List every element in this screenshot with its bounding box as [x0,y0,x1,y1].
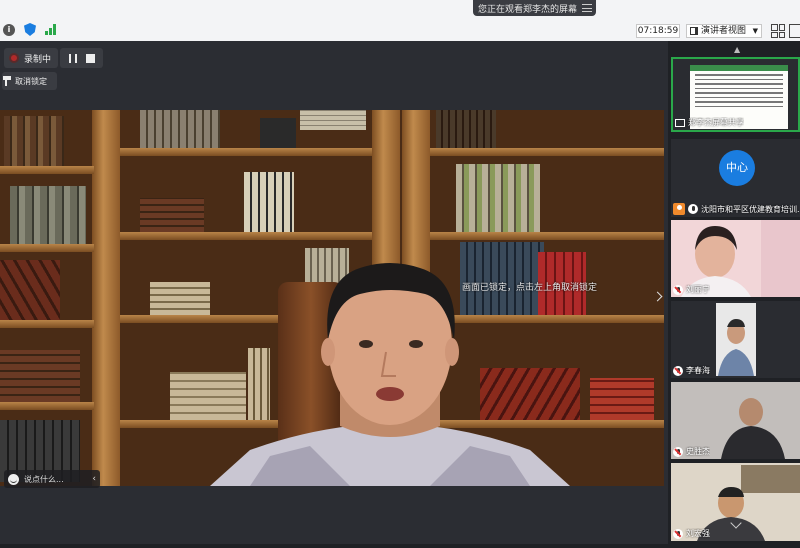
avatar: 中心 [719,150,755,186]
menu-icon[interactable] [582,4,592,12]
meeting-timer: 07:18:59 [636,24,680,38]
book-stack [4,116,64,166]
unlock-button[interactable]: 取消锁定 [2,72,57,90]
banner-text: 您正在观看郑李杰的屏幕 [478,4,578,15]
participant-name: 刘宏强 [673,528,710,539]
unlock-label: 取消锁定 [15,76,47,86]
shelf-board [120,232,372,240]
view-mode-label: 演讲者视图 [701,26,747,36]
pin-icon [3,76,11,86]
participant-name: 郑李杰屏幕共享 [675,117,744,128]
recording-indicator: 录制中 [4,48,58,68]
fullscreen-icon[interactable] [789,24,800,38]
book-stack [300,110,366,130]
participant-name: 刘丽宁 [673,284,710,295]
shelf-board [0,402,94,410]
stop-icon[interactable] [85,53,95,63]
viewing-screen-banner[interactable]: 您正在观看郑李杰的屏幕 [473,0,596,16]
user-icon [673,203,685,215]
shelf-board [0,244,94,252]
shelf-board [430,148,664,156]
book-stack [436,110,496,148]
record-dot-icon [9,53,19,63]
mic-muted-icon [673,365,683,376]
participant-tile[interactable]: 郑李杰屏幕共享 [671,57,800,132]
shelf-board [0,166,94,174]
participant-video [716,303,756,376]
participant-tile[interactable]: 刘丽宁 [671,220,800,297]
recording-controls [60,48,103,68]
shelf-board [430,232,664,240]
main-stage: 录制中 取消锁定 画面已锁定，点击左上角取消锁定 说点什么... ‹ [0,41,668,548]
book-stack [0,350,80,402]
bottom-strip [0,544,800,548]
book-stack [140,198,204,232]
mic-muted-icon [673,528,683,539]
shelf-board [0,320,94,328]
emoji-icon[interactable] [8,473,19,485]
grid-view-icon[interactable] [771,24,785,38]
chat-placeholder[interactable]: 说点什么... [24,474,64,485]
signal-icon[interactable] [45,24,56,35]
decor-object [260,118,296,148]
chevron-up-icon[interactable]: ▲ [734,45,740,54]
top-toolbar: 您正在观看郑李杰的屏幕 i 07:18:59 演讲者视图 ▼ [0,0,800,41]
lock-tip-text: 画面已锁定，点击左上角取消锁定 [462,283,598,293]
participant-name: 李春海 [673,365,710,376]
chat-input-bar[interactable]: 说点什么... ‹ [4,470,100,488]
shield-icon[interactable] [24,23,36,36]
speaker-video[interactable]: 画面已锁定，点击左上角取消锁定 [0,110,664,486]
participant-name: 沈阳市和平区优建教育培训... [673,203,799,215]
book-stack [244,172,294,232]
chevron-left-icon[interactable]: ‹ [92,474,96,484]
info-icon[interactable]: i [3,23,15,36]
book-stack [0,260,60,320]
mic-icon [688,204,698,214]
book-stack [10,186,86,244]
pause-icon[interactable] [68,53,77,63]
participant-tile[interactable]: 刘宏强 [671,463,800,541]
layout-icon [690,27,698,35]
participant-tile[interactable]: 中心 沈阳市和平区优建教育培训... [671,139,800,217]
book-stack [590,378,654,420]
mic-muted-icon [673,446,683,457]
book-stack [456,164,540,232]
participant-name: 史胜杰 [673,446,710,457]
status-icons: i [3,23,56,36]
recording-label: 录制中 [24,54,52,65]
chevron-down-icon: ▼ [752,27,758,35]
speaker-person [210,263,570,486]
shelf-post [92,110,120,486]
participant-tile[interactable]: 李春海 [671,301,800,378]
view-mode-dropdown[interactable]: 演讲者视图 ▼ [686,24,762,38]
book-stack [140,110,220,148]
screen-share-icon [675,118,685,127]
shelf-board [120,148,372,156]
participant-tile[interactable]: 史胜杰 [671,382,800,459]
book-stack [150,282,210,315]
mic-muted-icon [673,284,683,295]
